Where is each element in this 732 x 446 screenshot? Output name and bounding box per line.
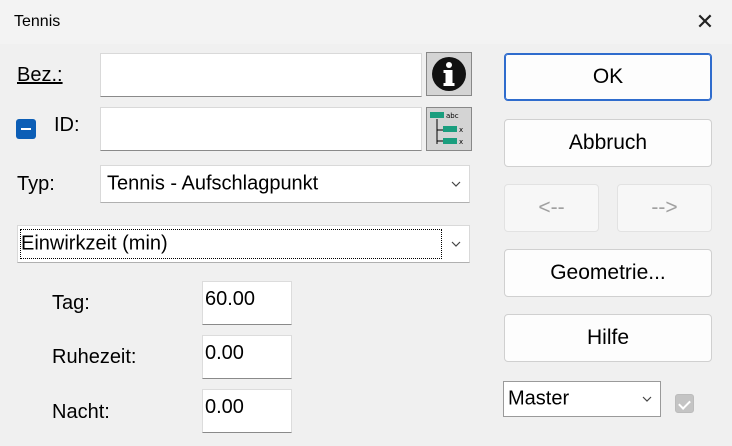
tag-value: 60.00 <box>205 288 256 310</box>
mode-value: Einwirkzeit (min) <box>21 232 168 255</box>
bez-label: Bez.: <box>17 64 63 87</box>
typ-select[interactable]: Tennis - Aufschlagpunkt <box>100 165 470 203</box>
close-icon[interactable]: ✕ <box>692 8 718 36</box>
help-button[interactable]: Hilfe <box>504 314 712 362</box>
chevron-down-icon <box>642 396 652 402</box>
tag-input[interactable]: 60.00 <box>202 281 292 325</box>
nacht-value: 0.00 <box>205 396 244 418</box>
id-list-button[interactable]: abc x x <box>426 107 472 151</box>
master-checkbox[interactable] <box>675 394 694 413</box>
svg-text:x: x <box>459 138 463 146</box>
master-value: Master <box>508 387 570 410</box>
typ-value: Tennis - Aufschlagpunkt <box>107 172 319 195</box>
id-checkbox[interactable] <box>16 119 36 139</box>
svg-text:abc: abc <box>446 112 459 120</box>
prev-button[interactable]: <-- <box>504 184 599 232</box>
ruhezeit-value: 0.00 <box>205 342 244 364</box>
id-label: ID: <box>54 114 80 136</box>
geometry-button[interactable]: Geometrie... <box>504 249 712 297</box>
id-list-icon: abc x x <box>430 112 463 146</box>
bez-input[interactable] <box>100 53 422 97</box>
id-input[interactable] <box>100 107 422 151</box>
typ-label: Typ: <box>17 173 55 195</box>
title-bar: Tennis ✕ <box>0 0 732 44</box>
cancel-button[interactable]: Abbruch <box>504 119 712 167</box>
info-button[interactable] <box>426 52 472 96</box>
ruhezeit-label: Ruhezeit: <box>52 346 137 368</box>
svg-text:x: x <box>459 126 463 134</box>
chevron-down-icon <box>451 181 461 187</box>
window-title: Tennis <box>14 13 61 30</box>
chevron-down-icon <box>451 241 461 247</box>
mode-select[interactable]: Einwirkzeit (min) <box>17 225 470 263</box>
ok-button[interactable]: OK <box>504 53 712 101</box>
nacht-label: Nacht: <box>52 401 110 423</box>
next-button[interactable]: --> <box>617 184 712 232</box>
master-select[interactable]: Master <box>503 381 661 417</box>
nacht-input[interactable]: 0.00 <box>202 389 292 433</box>
info-icon <box>432 57 466 91</box>
ruhezeit-input[interactable]: 0.00 <box>202 335 292 379</box>
bez-label-text: Bez.: <box>17 64 63 86</box>
tag-label: Tag: <box>52 292 90 314</box>
